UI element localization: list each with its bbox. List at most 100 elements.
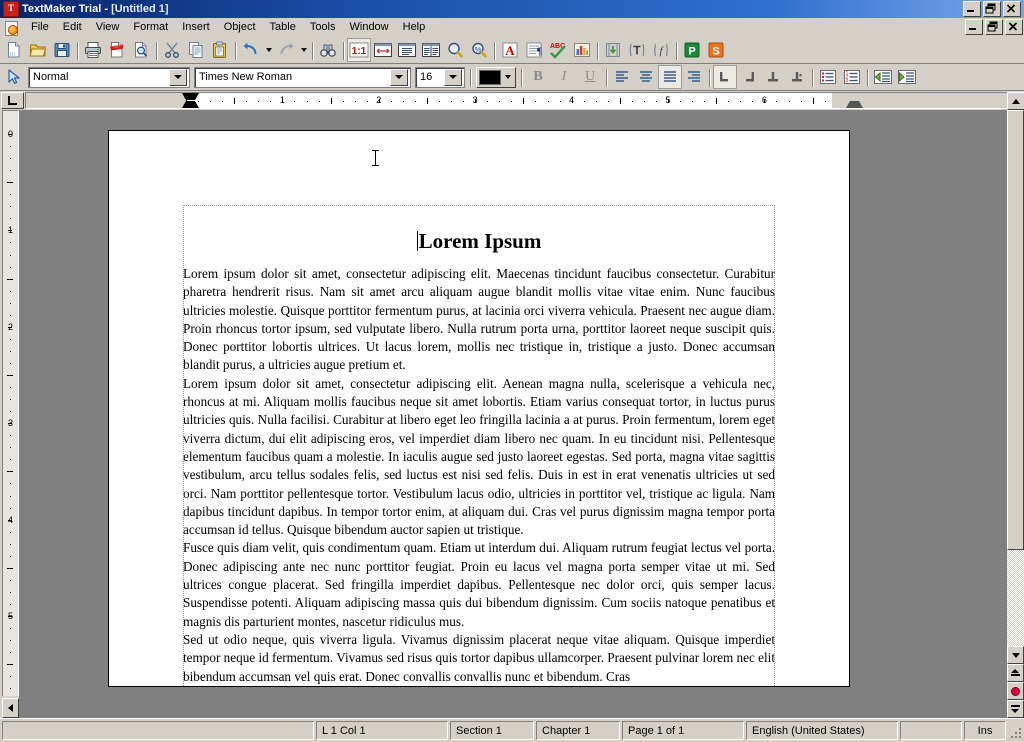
left-indent-marker[interactable] [182, 93, 199, 108]
scroll-left-arrow-icon[interactable] [2, 698, 19, 718]
spellcheck-abc-icon[interactable]: ABC [546, 38, 570, 62]
status-language[interactable]: English (United States) [746, 721, 898, 740]
align-justify-icon[interactable] [658, 65, 682, 89]
close-button[interactable] [1003, 1, 1021, 17]
paste-clipboard-icon[interactable] [208, 38, 232, 62]
find-binoculars-icon[interactable] [316, 38, 340, 62]
bullet-list-icon[interactable] [816, 65, 840, 89]
zoom-whole-page-icon[interactable] [395, 38, 419, 62]
right-indent-marker[interactable] [846, 93, 863, 108]
object-icon[interactable] [601, 38, 625, 62]
export-pdf-icon[interactable] [105, 38, 129, 62]
window-resize-grip[interactable] [1008, 722, 1022, 739]
status-overtype-mode[interactable]: Ins [964, 721, 1006, 740]
paragraph-style-dropdown-icon[interactable] [169, 68, 187, 86]
menu-item-insert[interactable]: Insert [175, 19, 217, 35]
menu-item-help[interactable]: Help [396, 19, 433, 35]
document-canvas[interactable]: Lorem Ipsum Lorem ipsum dolor sit amet, … [20, 110, 1006, 718]
formula-icon[interactable] [625, 38, 649, 62]
presentations-icon[interactable]: S [704, 38, 728, 62]
tab-stop-selector-icon[interactable] [1, 92, 24, 109]
chart-icon[interactable] [570, 38, 594, 62]
menu-item-tools[interactable]: Tools [303, 19, 343, 35]
zoom-page-width-icon[interactable] [371, 38, 395, 62]
copy-icon[interactable] [184, 38, 208, 62]
menu-item-window[interactable]: Window [343, 19, 396, 35]
bold-button[interactable]: B [525, 65, 551, 89]
redo-icon[interactable] [274, 38, 298, 62]
document-page[interactable]: Lorem Ipsum Lorem ipsum dolor sit amet, … [108, 130, 850, 687]
scroll-up-arrow-icon[interactable] [1007, 92, 1024, 110]
ruler-number: 5 [665, 95, 671, 105]
scroll-down-arrow-icon[interactable] [1007, 646, 1024, 664]
child-restore-button[interactable] [985, 19, 1003, 35]
vertical-ruler[interactable]: 0 1 2 3 4 5 [0, 110, 20, 718]
ruler-tick [270, 101, 272, 102]
menu-item-file[interactable]: File [24, 19, 56, 35]
italic-button[interactable]: I [551, 65, 577, 89]
underline-button[interactable]: U [577, 65, 603, 89]
vertical-scrollbar-thumb[interactable] [1007, 110, 1024, 550]
status-bar: L 1 Col 1 Section 1 Chapter 1 Page 1 of … [0, 718, 1024, 742]
object-mode-pointer-icon[interactable] [2, 65, 26, 89]
font-size-combo[interactable]: 16 [415, 66, 465, 88]
tab-right-icon[interactable] [737, 65, 761, 89]
cut-scissors-icon[interactable] [160, 38, 184, 62]
status-modified[interactable] [900, 721, 962, 740]
zoom-percent-icon[interactable]: % [467, 38, 491, 62]
open-folder-icon[interactable] [26, 38, 50, 62]
tab-center-icon[interactable] [761, 65, 785, 89]
menu-bar: File Edit View Format Insert Object Tabl… [0, 18, 1024, 37]
status-cursor-position[interactable]: L 1 Col 1 [316, 721, 448, 740]
tab-decimal-icon[interactable] [785, 65, 809, 89]
align-left-icon[interactable] [610, 65, 634, 89]
character-format-icon[interactable]: A [498, 38, 522, 62]
font-name-dropdown-icon[interactable] [390, 68, 408, 86]
menu-item-object[interactable]: Object [217, 19, 263, 35]
print-icon[interactable] [81, 38, 105, 62]
paragraph-format-icon[interactable]: ¶ [522, 38, 546, 62]
menu-item-table[interactable]: Table [263, 19, 303, 35]
child-close-button[interactable] [1005, 19, 1023, 35]
tab-left-icon[interactable] [713, 65, 737, 89]
document-menu-icon[interactable] [4, 20, 20, 36]
align-center-icon[interactable] [634, 65, 658, 89]
function-icon[interactable]: f [649, 38, 673, 62]
restore-button[interactable] [983, 1, 1001, 17]
vertical-scrollbar[interactable] [1006, 110, 1024, 718]
next-page-icon[interactable] [1007, 700, 1024, 718]
redo-dropdown-icon[interactable] [298, 39, 309, 61]
undo-icon[interactable] [239, 38, 263, 62]
font-size-dropdown-icon[interactable] [444, 68, 462, 86]
undo-dropdown-icon[interactable] [263, 39, 274, 61]
font-name-combo[interactable]: Times New Roman [194, 66, 411, 88]
previous-page-icon[interactable] [1007, 664, 1024, 682]
zoom-two-pages-icon[interactable] [419, 38, 443, 62]
zoom-in-magnifier-icon[interactable] [443, 38, 467, 62]
select-browse-object-icon[interactable] [1007, 682, 1024, 700]
status-chapter[interactable]: Chapter 1 [536, 721, 620, 740]
minimize-button[interactable] [963, 1, 981, 17]
menu-item-edit[interactable]: Edit [56, 19, 89, 35]
vertical-scrollbar-track[interactable] [1007, 550, 1024, 646]
align-right-icon[interactable] [682, 65, 706, 89]
menu-item-view[interactable]: View [89, 19, 127, 35]
child-minimize-button[interactable] [965, 19, 983, 35]
print-preview-icon[interactable] [129, 38, 153, 62]
new-document-icon[interactable] [2, 38, 26, 62]
document-body[interactable]: Lorem Ipsum Lorem ipsum dolor sit amet, … [109, 131, 849, 686]
decrease-indent-icon[interactable] [871, 65, 895, 89]
menu-item-format[interactable]: Format [126, 19, 175, 35]
status-section[interactable]: Section 1 [450, 721, 534, 740]
work-area: 0 1 2 3 4 5 Lorem Ipsum Lorem ipsum dolor sit… [0, 110, 1024, 718]
status-page[interactable]: Page 1 of 1 [622, 721, 744, 740]
save-disk-icon[interactable] [50, 38, 74, 62]
zoom-100-icon[interactable]: 1:1 [347, 38, 371, 62]
font-color-button[interactable] [476, 66, 516, 88]
font-color-dropdown-icon[interactable] [501, 75, 515, 79]
horizontal-ruler[interactable]: 1 2 3 4 5 6 [25, 92, 1007, 109]
increase-indent-icon[interactable] [895, 65, 919, 89]
planmaker-icon[interactable]: P [680, 38, 704, 62]
numbered-list-icon[interactable]: 1 2 3 [840, 65, 864, 89]
paragraph-style-combo[interactable]: Normal [28, 66, 190, 88]
